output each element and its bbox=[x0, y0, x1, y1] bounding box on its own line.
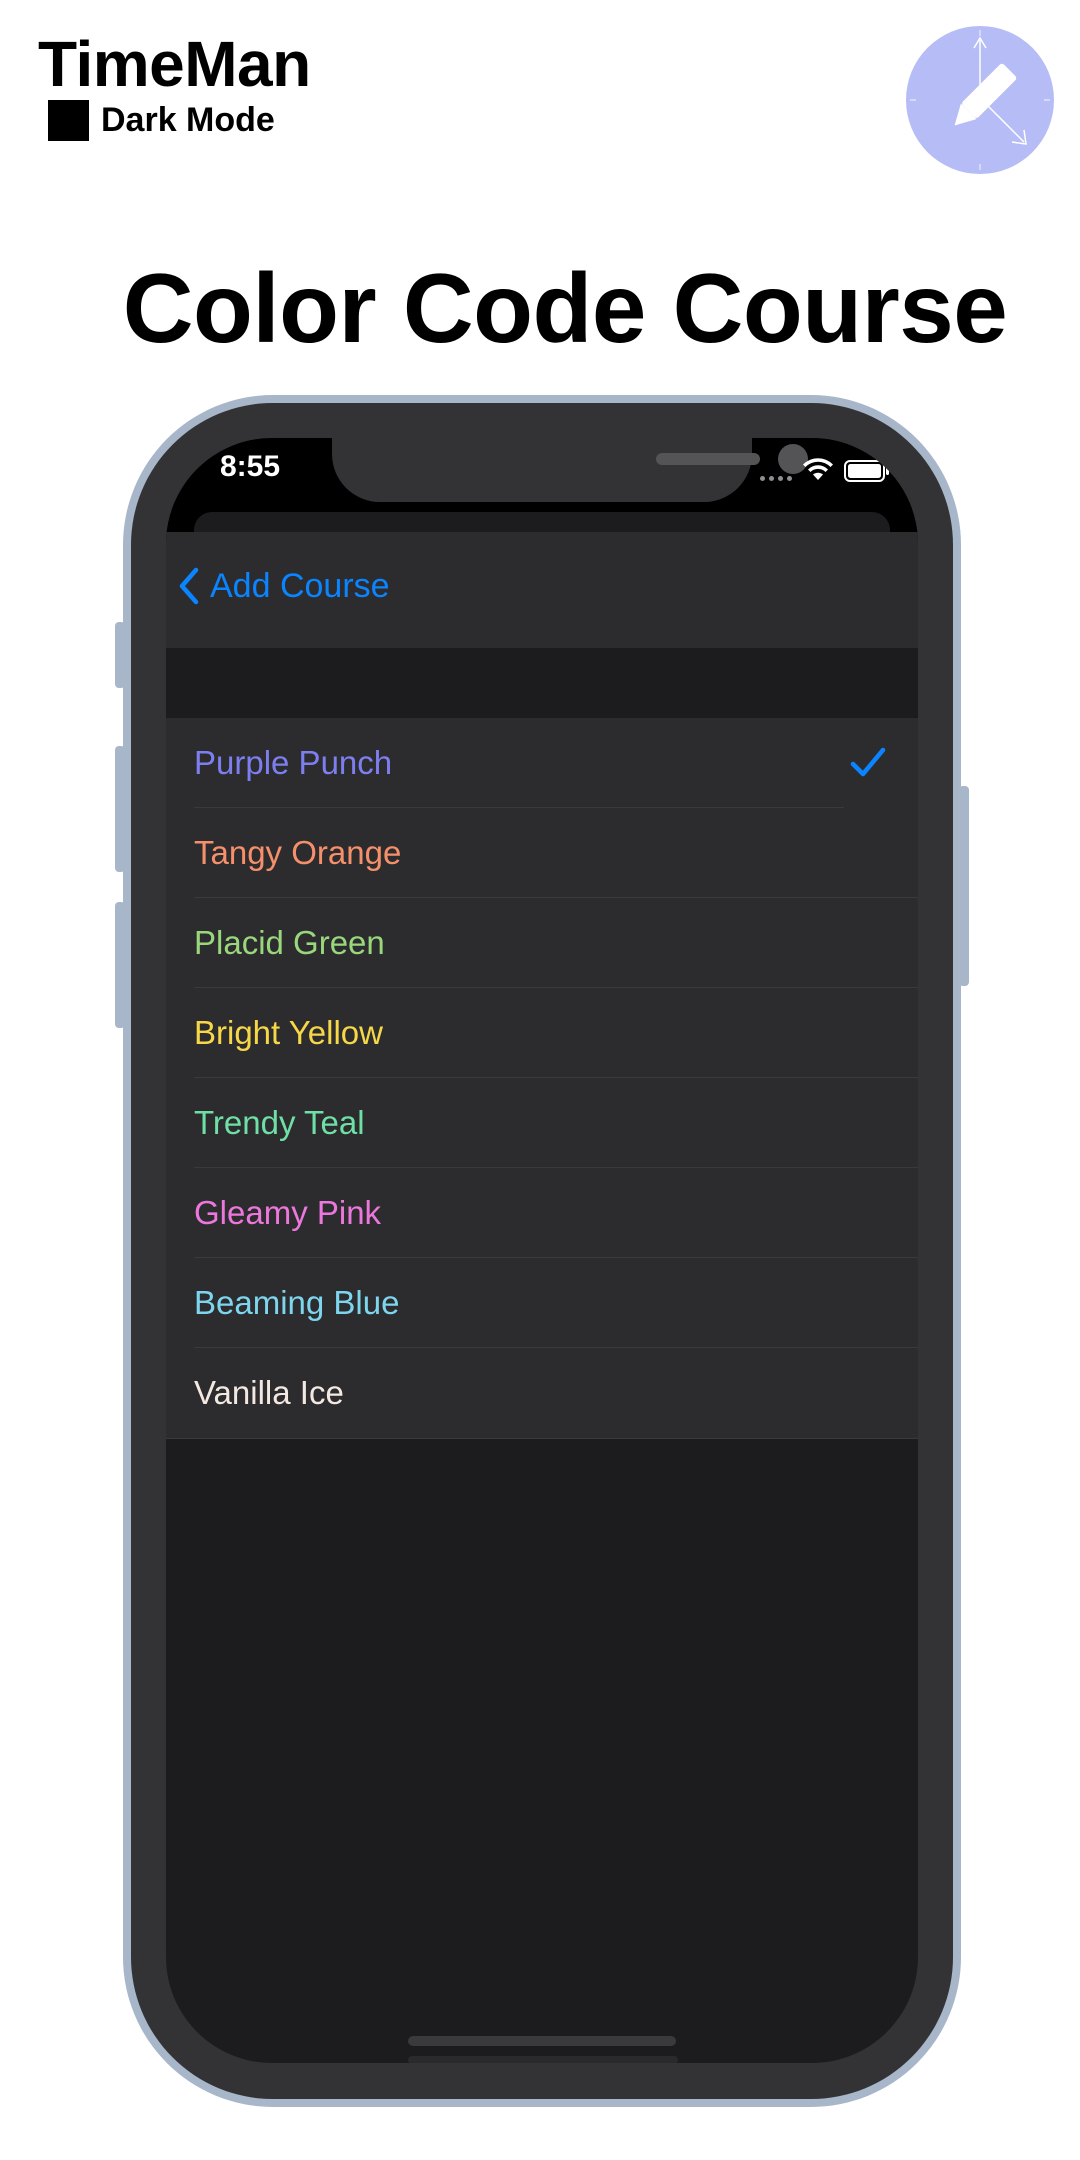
battery-icon bbox=[844, 460, 889, 482]
status-time: 8:55 bbox=[220, 450, 281, 483]
color-list: Purple Punch Tangy Orange Placid Green B… bbox=[166, 718, 918, 1438]
back-button[interactable]: Add Course bbox=[176, 566, 390, 606]
app-name: TimeMan bbox=[38, 28, 311, 100]
color-option-label: Beaming Blue bbox=[194, 1284, 400, 1321]
color-option-label: Trendy Teal bbox=[194, 1104, 365, 1141]
phone-screen: 8:55 Add Course Purple Punch Tangy Orang… bbox=[166, 438, 918, 2063]
page: TimeMan Dark Mode Color Code Course 8:55 bbox=[0, 0, 1080, 2160]
list-item[interactable]: Trendy Teal bbox=[166, 1078, 918, 1168]
list-item[interactable]: Purple Punch bbox=[166, 718, 918, 808]
nav-bar: Add Course bbox=[166, 532, 918, 648]
color-option-label: Tangy Orange bbox=[194, 834, 402, 871]
home-indicator-shadow bbox=[408, 2056, 678, 2063]
list-item[interactable]: Tangy Orange bbox=[166, 808, 918, 898]
list-item[interactable]: Beaming Blue bbox=[166, 1258, 918, 1348]
color-option-label: Gleamy Pink bbox=[194, 1194, 382, 1231]
color-option-label: Placid Green bbox=[194, 924, 385, 961]
wifi-icon bbox=[803, 458, 833, 480]
back-label: Add Course bbox=[210, 566, 390, 605]
list-item[interactable]: Vanilla Ice bbox=[166, 1348, 918, 1438]
color-option-label: Bright Yellow bbox=[194, 1014, 383, 1051]
clock-pencil-icon bbox=[910, 30, 1050, 170]
chevron-left-icon bbox=[179, 567, 199, 605]
page-title: Color Code Course bbox=[122, 253, 1008, 363]
list-bottom-border bbox=[166, 1438, 918, 1439]
color-option-label: Purple Punch bbox=[194, 744, 393, 781]
app-logo bbox=[906, 26, 1054, 174]
list-item[interactable]: Bright Yellow bbox=[166, 988, 918, 1078]
list-item[interactable]: Placid Green bbox=[166, 898, 918, 988]
section-spacer bbox=[166, 648, 918, 718]
list-item[interactable]: Gleamy Pink bbox=[166, 1168, 918, 1258]
dark-mode-swatch bbox=[48, 100, 89, 141]
color-option-label: Vanilla Ice bbox=[194, 1374, 344, 1411]
checkmark-icon bbox=[850, 747, 886, 777]
home-indicator[interactable] bbox=[408, 2036, 676, 2046]
signal-icon bbox=[760, 476, 792, 481]
notch bbox=[332, 438, 808, 502]
mode-label: Dark Mode bbox=[101, 101, 275, 139]
speaker-grille bbox=[656, 453, 760, 465]
status-bar: 8:55 bbox=[166, 438, 918, 552]
mode-indicator: Dark Mode bbox=[48, 100, 275, 141]
